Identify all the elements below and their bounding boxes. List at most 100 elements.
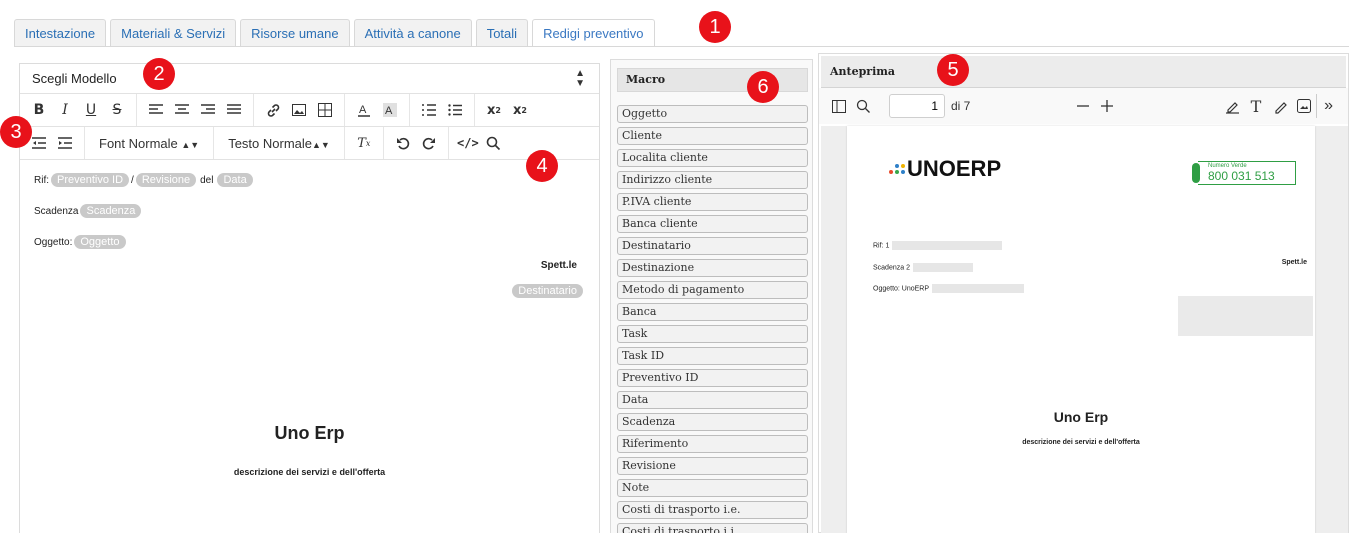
- chip-revisione[interactable]: Revisione: [135, 173, 197, 187]
- model-select-label: Scegli Modello: [32, 71, 117, 86]
- draw-icon[interactable]: [1268, 94, 1292, 118]
- macro-item-destinazione[interactable]: Destinazione: [617, 259, 808, 277]
- macro-item-piva-cliente[interactable]: P.IVA cliente: [617, 193, 808, 211]
- pdf-search-icon[interactable]: [851, 94, 875, 118]
- macro-item-localita-cliente[interactable]: Localita cliente: [617, 149, 808, 167]
- sidebar-toggle-icon[interactable]: [827, 94, 851, 118]
- macro-header: Macro: [617, 68, 808, 92]
- code-view-icon[interactable]: </>: [457, 131, 479, 155]
- tab-totali[interactable]: Totali: [475, 19, 529, 47]
- macro-item-costi-trasporto-ii[interactable]: Costi di trasporto i.i.: [617, 523, 808, 533]
- macro-item-task-id[interactable]: Task ID: [617, 347, 808, 365]
- font-dropdown[interactable]: Font Normale ▲▼: [91, 136, 207, 151]
- callout-4: 4: [526, 150, 558, 182]
- more-tools-icon[interactable]: »: [1316, 94, 1340, 118]
- unoerp-logo: UNOERP: [889, 156, 1001, 182]
- tab-bar: Intestazione Materiali & Servizi Risorse…: [14, 19, 655, 47]
- chip-preventivo-id[interactable]: Preventivo ID: [51, 173, 130, 187]
- italic-button[interactable]: I: [54, 98, 76, 122]
- font-dropdown-label: Font Normale: [99, 135, 178, 151]
- macro-item-task[interactable]: Task: [617, 325, 808, 343]
- tab-intestazione[interactable]: Intestazione: [14, 19, 107, 47]
- spett-label: Spett.le: [540, 260, 577, 271]
- preview-header: Anteprima: [821, 56, 1346, 88]
- text-style-dropdown[interactable]: Testo Normale▲▼: [220, 136, 338, 151]
- page-count: di 7: [951, 99, 971, 113]
- code-group: </>: [449, 127, 513, 159]
- align-right-icon[interactable]: [197, 98, 219, 122]
- table-icon[interactable]: [314, 98, 336, 122]
- macro-list: Oggetto Cliente Localita cliente Indiriz…: [617, 105, 808, 533]
- macro-item-data[interactable]: Data: [617, 391, 808, 409]
- format-group: B I U S: [20, 94, 137, 126]
- zoom-in-icon[interactable]: [1095, 94, 1119, 118]
- updown-icon: ▲▼: [575, 67, 585, 89]
- chip-oggetto[interactable]: Oggetto: [74, 235, 126, 249]
- ordered-list-icon[interactable]: [418, 98, 440, 122]
- underline-button[interactable]: U: [80, 98, 102, 122]
- text-color-icon[interactable]: A: [353, 98, 375, 122]
- model-select[interactable]: Scegli Modello ▲ ▼: [20, 64, 599, 94]
- macro-item-preventivo-id[interactable]: Preventivo ID: [617, 369, 808, 387]
- insert-group: [254, 94, 345, 126]
- page-number-input[interactable]: [889, 94, 945, 118]
- chip-destinatario[interactable]: Destinatario: [512, 284, 583, 298]
- history-group: [384, 127, 449, 159]
- oggetto-label: Oggetto:: [34, 236, 73, 248]
- macro-item-banca-cliente[interactable]: Banca cliente: [617, 215, 808, 233]
- clear-group: Tx: [345, 127, 384, 159]
- chip-data[interactable]: Data: [217, 173, 253, 187]
- macro-item-riferimento[interactable]: Riferimento: [617, 435, 808, 453]
- style-group: Testo Normale▲▼: [214, 127, 345, 159]
- font-group: Font Normale ▲▼: [85, 127, 215, 159]
- add-image-icon[interactable]: [1292, 94, 1316, 118]
- align-justify-icon[interactable]: [223, 98, 245, 122]
- tab-redigi-preventivo[interactable]: Redigi preventivo: [532, 19, 655, 47]
- blurred-value: [912, 263, 973, 272]
- list-group: [410, 94, 475, 126]
- align-center-icon[interactable]: [171, 98, 193, 122]
- search-icon[interactable]: [483, 131, 505, 155]
- macro-item-cliente[interactable]: Cliente: [617, 127, 808, 145]
- superscript-button[interactable]: x2: [509, 98, 531, 122]
- link-icon[interactable]: [262, 98, 284, 122]
- tab-attivita-canone[interactable]: Attività a canone: [353, 19, 472, 47]
- macro-item-metodo-pagamento[interactable]: Metodo di pagamento: [617, 281, 808, 299]
- bold-button[interactable]: B: [28, 98, 50, 122]
- tab-risorse-umane[interactable]: Risorse umane: [240, 19, 350, 47]
- toolbar-row-1: B I U S A A x 2 x 2: [20, 94, 599, 127]
- callout-5: 5: [937, 54, 969, 86]
- macro-item-banca[interactable]: Banca: [617, 303, 808, 321]
- tab-materiali-servizi[interactable]: Materiali & Servizi: [110, 19, 237, 47]
- zoom-out-icon[interactable]: [1071, 94, 1095, 118]
- macro-item-revisione[interactable]: Revisione: [617, 457, 808, 475]
- text-tool-icon[interactable]: T: [1244, 94, 1268, 118]
- updown-icon: ▲▼: [312, 139, 330, 150]
- macro-item-destinatario[interactable]: Destinatario: [617, 237, 808, 255]
- oggetto-line: Oggetto: Oggetto: [34, 232, 585, 252]
- bullet-list-icon[interactable]: [444, 98, 466, 122]
- updown-icon: ▲▼: [181, 139, 200, 150]
- document-subtitle: descrizione dei servizi e dell'offerta: [233, 467, 386, 477]
- macro-item-scadenza[interactable]: Scadenza: [617, 413, 808, 431]
- chip-scadenza[interactable]: Scadenza: [80, 204, 142, 218]
- editor-content[interactable]: Rif: Preventivo ID / Revisione del Data …: [20, 160, 599, 477]
- background-color-icon[interactable]: A: [379, 98, 401, 122]
- redo-icon[interactable]: [418, 131, 440, 155]
- highlight-icon[interactable]: [1220, 94, 1244, 118]
- macro-item-indirizzo-cliente[interactable]: Indirizzo cliente: [617, 171, 808, 189]
- align-left-icon[interactable]: [145, 98, 167, 122]
- indent-icon[interactable]: [54, 131, 76, 155]
- blurred-value: [892, 241, 1003, 250]
- macro-panel: Macro Oggetto Cliente Localita cliente I…: [610, 59, 813, 533]
- image-icon[interactable]: [288, 98, 310, 122]
- macro-item-oggetto[interactable]: Oggetto: [617, 105, 808, 123]
- strikethrough-button[interactable]: S: [106, 98, 128, 122]
- clear-format-icon[interactable]: Tx: [353, 131, 375, 155]
- logo-text: UNOERP: [907, 156, 1002, 181]
- macro-item-note[interactable]: Note: [617, 479, 808, 497]
- document-title: Uno Erp: [274, 423, 345, 443]
- macro-item-costi-trasporto-ie[interactable]: Costi di trasporto i.e.: [617, 501, 808, 519]
- subscript-button[interactable]: x2: [483, 98, 505, 122]
- undo-icon[interactable]: [392, 131, 414, 155]
